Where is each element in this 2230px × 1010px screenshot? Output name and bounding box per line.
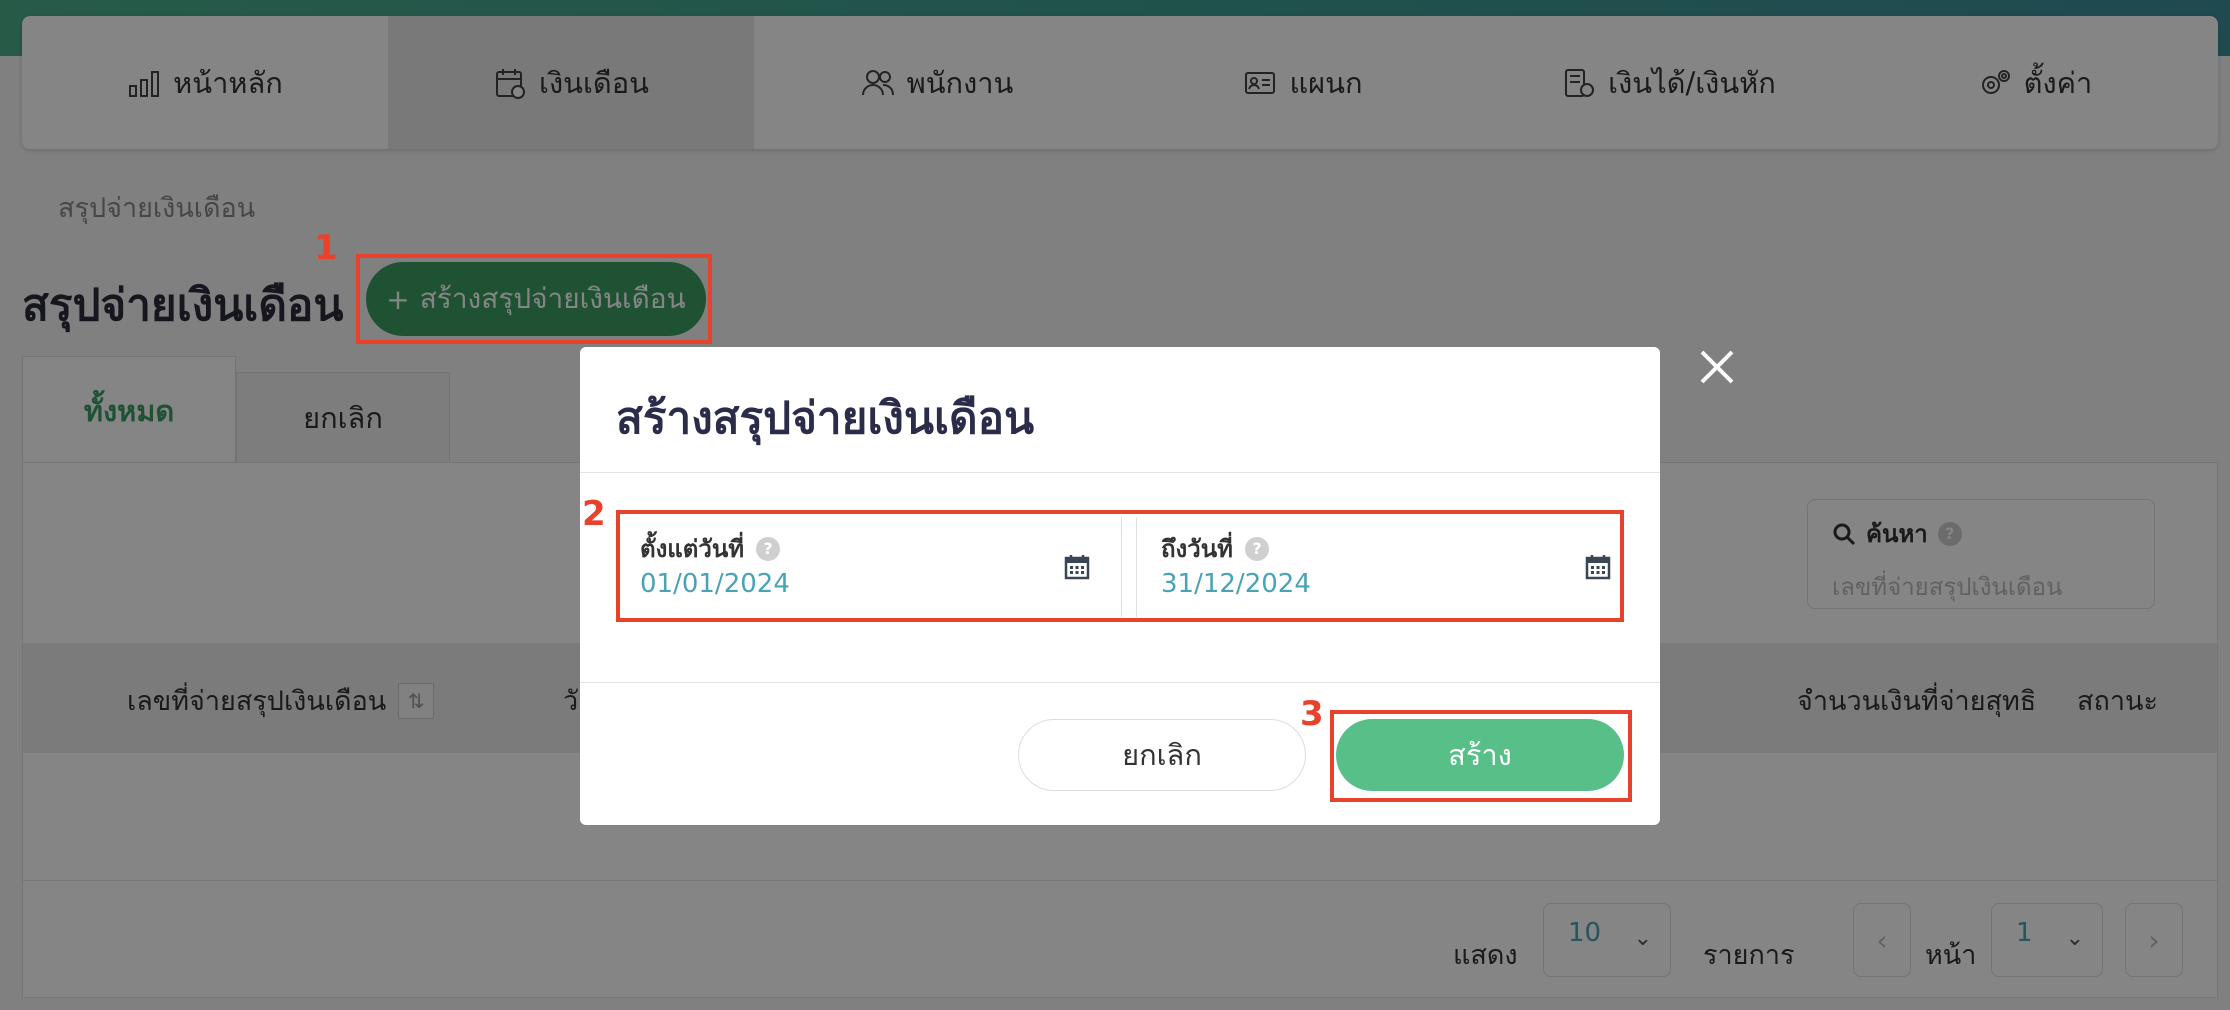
divider — [580, 472, 1660, 473]
divider — [580, 682, 1660, 683]
step-number-1: 1 — [314, 228, 338, 268]
modal-title: สร้างสรุปจ่ายเงินเดือน — [616, 393, 1035, 444]
app-root: หน้าหลัก เงินเดือน พนักงาน แผนก เงินได้/… — [0, 0, 2230, 1010]
cancel-button[interactable]: ยกเลิก — [1018, 719, 1306, 791]
highlight-box-3 — [1330, 710, 1632, 802]
step-number-2: 2 — [582, 494, 606, 534]
close-icon[interactable] — [1698, 348, 1736, 386]
step-number-3: 3 — [1300, 694, 1324, 734]
highlight-box-1 — [356, 254, 712, 344]
highlight-box-2 — [616, 510, 1624, 622]
